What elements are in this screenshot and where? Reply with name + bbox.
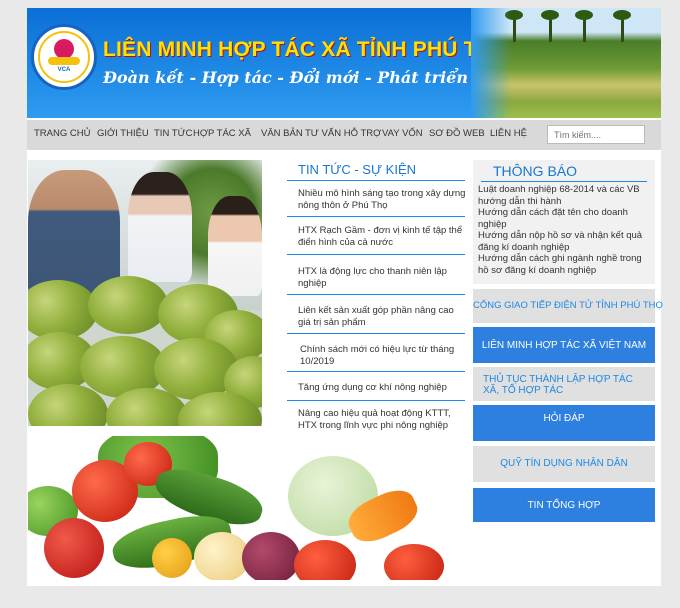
news-featured-image[interactable] — [28, 160, 262, 426]
nav-item-sitemap[interactable]: SƠ ĐỒ WEB — [429, 128, 485, 139]
news-item[interactable]: Nâng cao hiệu quả hoạt động KTTT, HTX tr… — [298, 408, 468, 432]
portal-link-button[interactable]: CỔNG GIAO TIẾP ĐIỆN TỬ TỈNH PHÚ THỌ — [473, 289, 663, 323]
mango — [88, 276, 168, 334]
notice-panel: THÔNG BÁO Luật doanh nghiệp 68-2014 và c… — [473, 160, 655, 284]
divider — [287, 333, 465, 334]
news-item[interactable]: HTX Rạch Gầm - đơn vị kinh tế tập thể đi… — [298, 225, 468, 249]
news-item[interactable]: Tăng ứng dụng cơ khí nông nghiệp — [298, 382, 468, 394]
news-item[interactable]: HTX là động lực cho thanh niên lập nghiệ… — [298, 266, 468, 290]
notice-item[interactable]: Luật doanh nghiệp 68-2014 và các VB hướn… — [478, 184, 653, 207]
divider — [287, 216, 465, 217]
notice-item[interactable]: Hướng dẫn nộp hồ sơ và nhận kết quả đăng… — [478, 230, 653, 253]
veg-tomato — [384, 544, 444, 580]
news-summary-button[interactable]: TIN TỔNG HỢP — [473, 488, 655, 522]
photo-person — [128, 172, 192, 282]
nav-item-home[interactable]: TRANG CHỦ — [34, 128, 90, 139]
mango — [28, 280, 98, 340]
notice-heading: THÔNG BÁO — [493, 163, 578, 179]
notice-item[interactable]: Hướng dẫn cách ghi ngành nghề trong hồ s… — [478, 253, 653, 276]
palm-crown — [541, 10, 559, 20]
nav-item-contact[interactable]: LIÊN HỆ — [490, 128, 527, 139]
news-section-heading: TIN TỨC - SỰ KIỆN — [298, 162, 417, 177]
logo-flower-icon — [54, 39, 74, 59]
header-banner: VCA LIÊN MINH HỢP TÁC XÃ TỈNH PHÚ THỌ Đo… — [27, 8, 661, 118]
divider — [287, 371, 465, 372]
main-nav: TRANG CHỦ GIỚI THIỆU TIN TỨC HỢP TÁC XÃ … — [27, 120, 661, 150]
nav-item-about[interactable]: GIỚI THIỆU — [97, 128, 149, 139]
divider — [287, 180, 465, 181]
veg-tomato — [294, 540, 356, 580]
credit-fund-button[interactable]: QUỸ TÍN DỤNG NHÂN DÂN — [473, 446, 655, 482]
nav-item-documents[interactable]: VĂN BẢN — [261, 128, 303, 139]
notice-list: Luật doanh nghiệp 68-2014 và các VB hướn… — [478, 184, 653, 276]
search-input[interactable] — [547, 125, 645, 144]
page-container: VCA LIÊN MINH HỢP TÁC XÃ TỈNH PHÚ THỌ Đo… — [27, 8, 663, 586]
cooperative-logo-icon[interactable]: VCA — [31, 24, 97, 90]
logo-band — [48, 57, 80, 65]
divider — [287, 400, 465, 401]
faq-button[interactable]: HỎI ĐÁP — [473, 405, 655, 441]
site-title: LIÊN MINH HỢP TÁC XÃ TỈNH PHÚ THỌ — [103, 38, 509, 61]
news-item[interactable]: Liên kết sản xuất góp phần nâng cao giá … — [298, 305, 468, 329]
palm-crown — [613, 10, 631, 20]
vca-link-button[interactable]: LIÊN MINH HỢP TÁC XÃ VIỆT NAM — [473, 327, 655, 363]
procedures-link-button[interactable]: THỦ TỤC THÀNH LẬP HỢP TÁC XÃ, TỔ HỢP TÁC — [473, 367, 655, 401]
banner-fade — [471, 8, 511, 118]
divider — [287, 294, 465, 295]
divider — [481, 181, 647, 182]
news-item[interactable]: Chính sách mới có hiệu lực từ tháng 10/2… — [300, 344, 470, 368]
vegetables-image[interactable] — [28, 436, 454, 580]
divider — [287, 254, 465, 255]
nav-item-loans[interactable]: VAY VỐN — [382, 128, 423, 139]
logo-text: VCA — [57, 67, 71, 73]
photo-person — [208, 196, 262, 296]
news-item[interactable]: Nhiều mô hình sáng tạo trong xây dựng nô… — [298, 188, 468, 212]
nav-item-cooperatives[interactable]: HỢP TÁC XÃ — [193, 128, 251, 139]
nav-item-news[interactable]: TIN TỨC — [154, 128, 193, 139]
notice-item[interactable]: Hướng dẫn cách đặt tên cho doanh nghiệp — [478, 207, 653, 230]
veg-pepper — [44, 518, 104, 578]
rice-field-image — [471, 8, 661, 118]
veg-pepper-yellow — [152, 538, 192, 578]
nav-item-support[interactable]: TƯ VẤN HỖ TRỢ — [305, 128, 381, 139]
palm-crown — [575, 10, 593, 20]
veg-beet — [242, 532, 300, 580]
